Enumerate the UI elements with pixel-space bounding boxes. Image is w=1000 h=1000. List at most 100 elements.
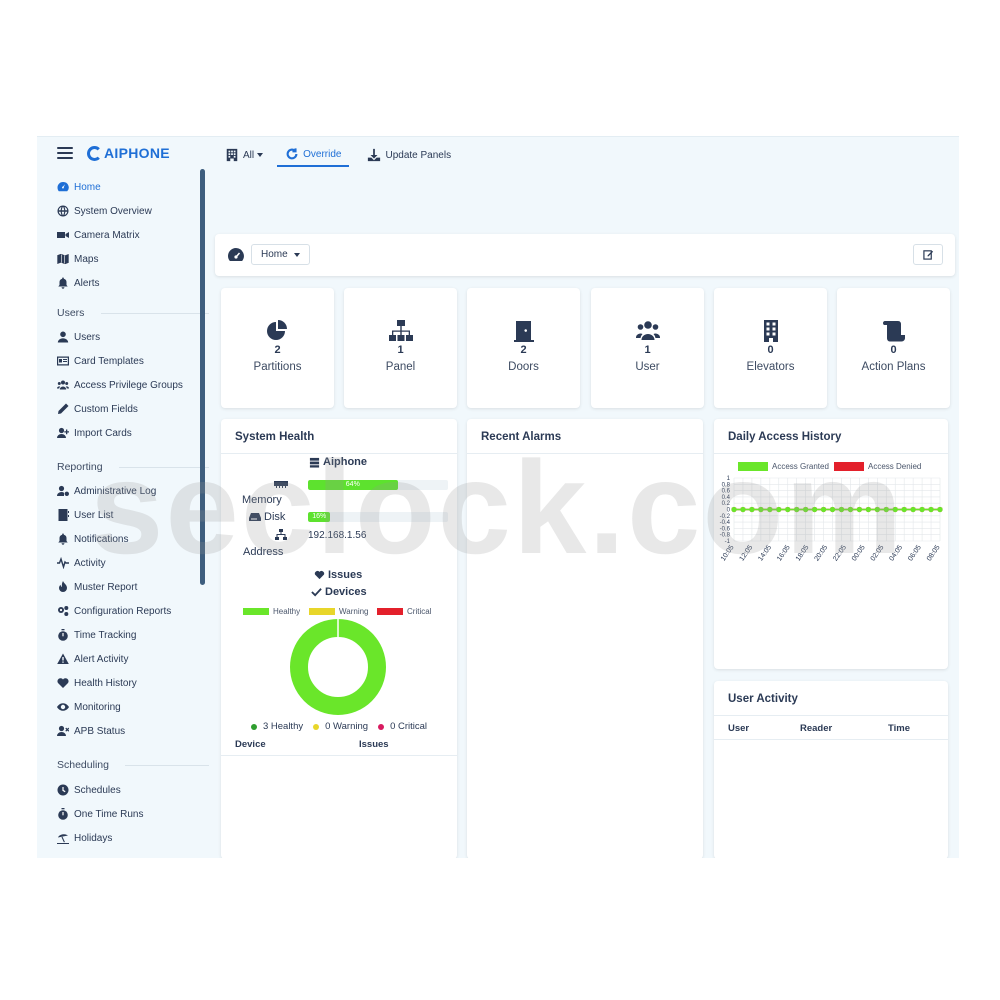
legend-access-denied[interactable]: Access Denied: [834, 462, 921, 471]
divider: [714, 739, 948, 740]
divider: [714, 453, 948, 454]
sidebar-item-access-privilege-groups[interactable]: Access Privilege Groups: [57, 373, 197, 397]
y-tick-label: 0.8: [722, 482, 731, 488]
building-icon: [226, 148, 238, 162]
stat-card-action-plans[interactable]: 0 Action Plans: [837, 288, 950, 408]
stat-value: 1: [397, 344, 404, 356]
sidebar-item-label: Configuration Reports: [74, 605, 172, 617]
user-column-header: User: [728, 723, 750, 734]
download-icon: [368, 148, 381, 162]
hamburger-menu-icon[interactable]: [57, 147, 73, 159]
sidebar-item-activity[interactable]: Activity: [57, 551, 197, 575]
sidebar-item-alert-activity[interactable]: Alert Activity: [57, 647, 197, 671]
donut-slice-healthy[interactable]: [290, 619, 386, 715]
data-point-access-granted: [838, 506, 845, 513]
top-toolbar: All Override Update Panels: [225, 143, 469, 167]
sidebar-item-home[interactable]: Home: [57, 175, 197, 199]
sidebar-item-notifications[interactable]: Notifications: [57, 527, 197, 551]
update-panels-button[interactable]: Update Panels: [367, 143, 451, 167]
pie-chart-icon: [221, 320, 334, 342]
clock-icon: [57, 784, 69, 796]
dashboard-gauge-icon: [228, 248, 244, 261]
partition-filter-label: All: [243, 149, 255, 161]
sidebar-item-monitoring[interactable]: Monitoring: [57, 695, 197, 719]
data-point-access-granted: [865, 506, 871, 513]
aiphone-logo[interactable]: AIPHONE: [87, 145, 170, 161]
sidebar-item-muster-report[interactable]: Muster Report: [57, 575, 197, 599]
sidebar-item-label: Alerts: [74, 277, 100, 289]
y-tick-label: 0.2: [722, 501, 731, 507]
device-health-donut: [290, 619, 386, 715]
stat-card-doors[interactable]: 2 Doors: [467, 288, 580, 408]
stat-label: Elevators: [746, 361, 795, 373]
section-header-scheduling: Scheduling: [57, 753, 209, 777]
scroll-icon: [837, 320, 950, 342]
data-point-access-granted: [749, 506, 755, 513]
sidebar-scrollbar[interactable]: [200, 169, 205, 585]
sidebar-item-apb-status[interactable]: APB Status: [57, 719, 197, 743]
legend-label: Access Denied: [868, 462, 922, 471]
sidebar-item-time-tracking[interactable]: Time Tracking: [57, 623, 197, 647]
y-tick-label: 0.4: [722, 495, 731, 501]
dashboard-select[interactable]: Home: [251, 244, 310, 265]
stat-card-user[interactable]: 1 User: [591, 288, 704, 408]
sidebar-item-maps[interactable]: Maps: [57, 247, 197, 271]
sidebar-item-holidays[interactable]: Holidays: [57, 826, 197, 850]
sidebar-item-camera-matrix[interactable]: Camera Matrix: [57, 223, 197, 247]
sidebar-item-label: Time Tracking: [74, 629, 137, 641]
sidebar-item-label: Health History: [74, 677, 137, 689]
data-point-access-granted: [901, 506, 907, 513]
sidebar-item-health-history[interactable]: Health History: [57, 671, 197, 695]
heart-pulse-icon: [57, 677, 69, 689]
stat-card-partitions[interactable]: 2 Partitions: [221, 288, 334, 408]
sidebar-item-label: Alert Activity: [74, 653, 129, 665]
bell-icon: [57, 277, 69, 289]
caret-down-icon: [293, 252, 300, 257]
sidebar-item-card-templates[interactable]: Card Templates: [57, 349, 197, 373]
recent-alarms-title: Recent Alarms: [481, 431, 562, 443]
sidebar-item-alerts[interactable]: Alerts: [57, 271, 197, 295]
pen-icon: [57, 403, 69, 415]
nav-users-section: Users: [57, 301, 209, 325]
legend-swatch: [738, 462, 768, 471]
sidebar-item-administrative-log[interactable]: Administrative Log: [57, 479, 197, 503]
nav-scheduling-section: Scheduling: [57, 753, 209, 777]
sidebar-item-users[interactable]: Users: [57, 325, 197, 349]
gears-icon: [57, 605, 69, 617]
devices-heading: Devices: [311, 586, 367, 598]
stat-value: 0: [890, 344, 897, 356]
stat-card-panel[interactable]: 1 Panel: [344, 288, 457, 408]
sidebar-item-label: Import Cards: [74, 427, 132, 439]
override-button[interactable]: Override: [277, 143, 350, 167]
legend-label: Access Granted: [772, 462, 829, 471]
data-point-access-granted: [928, 506, 934, 513]
stat-label: Action Plans: [861, 361, 926, 373]
nav-reporting: Administrative Log User List Notifications…: [57, 479, 197, 743]
sidebar-item-configuration-reports[interactable]: Configuration Reports: [57, 599, 197, 623]
stat-value: 2: [520, 344, 527, 356]
y-tick-label: 1: [727, 476, 731, 482]
user-icon: [57, 331, 69, 343]
data-point-access-granted: [758, 506, 764, 513]
sidebar-item-user-list[interactable]: User List: [57, 503, 197, 527]
system-health-panel: System Health Aiphone Memory 64% Disk 16…: [221, 419, 457, 858]
users-icon: [591, 320, 704, 342]
x-tick-label: 16:05: [776, 544, 792, 562]
legend-access-granted[interactable]: Access Granted: [738, 462, 829, 471]
sidebar-item-system-overview[interactable]: System Overview: [57, 199, 197, 223]
sidebar-item-schedules[interactable]: Schedules: [57, 778, 197, 802]
sidebar-item-import-cards[interactable]: Import Cards: [57, 421, 197, 445]
stat-value: 0: [767, 344, 774, 356]
sidebar-item-label: Card Templates: [74, 355, 144, 367]
sidebar-item-one-time-runs[interactable]: One Time Runs: [57, 802, 197, 826]
sidebar-item-custom-fields[interactable]: Custom Fields: [57, 397, 197, 421]
daily-access-history-panel: Daily Access History Access Granted Acces…: [714, 419, 948, 669]
edit-dashboard-button[interactable]: [913, 244, 943, 265]
memory-bar-fill: 64%: [308, 480, 398, 490]
partition-filter-dropdown[interactable]: All: [225, 143, 264, 167]
stat-card-elevators[interactable]: 0 Elevators: [714, 288, 827, 408]
section-header-users: Users: [57, 301, 209, 325]
y-tick-label: -0.4: [720, 520, 731, 526]
data-point-access-granted: [731, 506, 737, 513]
brand-name: AIPHONE: [104, 145, 170, 161]
